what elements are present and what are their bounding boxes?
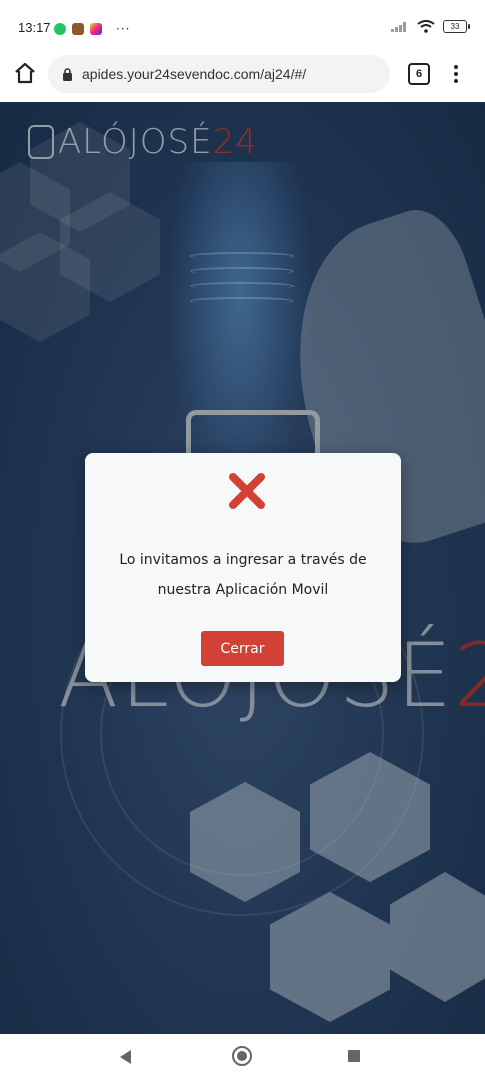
tab-switcher-button[interactable]: 6 xyxy=(408,63,430,85)
home-circle-icon[interactable] xyxy=(232,1046,252,1066)
error-x-icon xyxy=(229,473,265,509)
web-content: ALÓJOSÉ24 ALÓJOSÉ24 Lo invitamos a ingre… xyxy=(0,102,485,1034)
browser-toolbar: apides.your24sevendoc.com/aj24/#/ 6 xyxy=(0,50,485,100)
notification-icons: ··· xyxy=(54,22,130,36)
url-text[interactable]: apides.your24sevendoc.com/aj24/#/ xyxy=(82,66,306,82)
dialog-message: Lo invitamos a ingresar a través de nues… xyxy=(95,545,391,605)
address-bar[interactable]: apides.your24sevendoc.com/aj24/#/ xyxy=(48,55,390,93)
home-icon[interactable] xyxy=(12,60,38,86)
app-icon xyxy=(72,23,84,35)
system-nav-bar xyxy=(0,1034,485,1080)
overflow-menu-button[interactable] xyxy=(449,63,463,85)
back-icon[interactable] xyxy=(120,1050,131,1064)
close-button[interactable]: Cerrar xyxy=(201,631,284,666)
dialog-message-line: nuestra Aplicación Movil xyxy=(157,582,329,598)
whatsapp-icon xyxy=(54,23,66,35)
more-notifications-icon: ··· xyxy=(116,22,131,36)
alert-dialog: Lo invitamos a ingresar a través de nues… xyxy=(85,453,401,682)
recents-icon[interactable] xyxy=(348,1050,360,1062)
signal-icon xyxy=(391,21,409,32)
dialog-message-line: Lo invitamos a ingresar a través de xyxy=(119,552,367,568)
battery-icon: 33 xyxy=(443,20,470,33)
instagram-icon xyxy=(90,23,102,35)
status-bar: 13:17 ··· 33 xyxy=(0,0,485,50)
lock-icon xyxy=(63,68,72,81)
status-right: 33 xyxy=(391,20,470,33)
status-time: 13:17 xyxy=(18,20,51,35)
wifi-icon xyxy=(417,20,435,33)
